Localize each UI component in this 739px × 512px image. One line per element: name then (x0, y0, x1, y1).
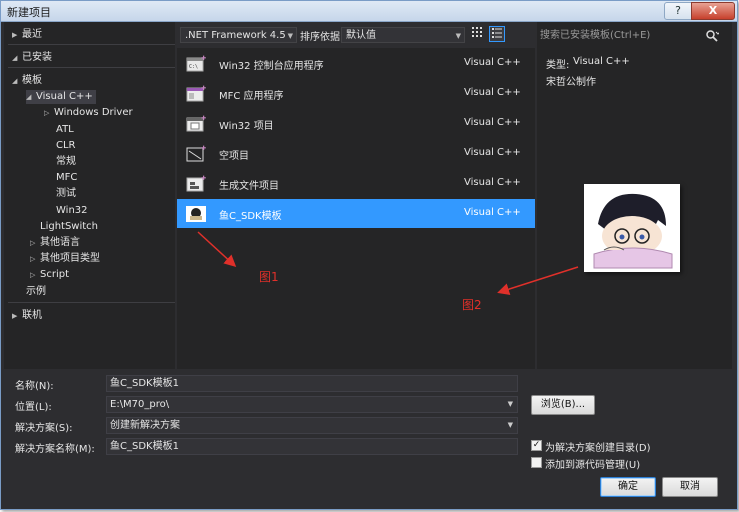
cancel-button[interactable]: 取消 (662, 477, 718, 497)
source-control-checkbox[interactable] (531, 457, 542, 468)
location-label: 位置(L): (15, 402, 52, 413)
browse-button[interactable]: 浏览(B)... (531, 395, 595, 415)
solution-name-label: 解决方案名称(M): (15, 444, 95, 455)
annotation-arrows (197, 231, 579, 295)
name-label: 名称(N): (15, 381, 54, 392)
arrow-fig1 (197, 231, 237, 268)
solution-name-input[interactable]: 鱼C_SDK模板1 (106, 438, 518, 455)
solution-label: 解决方案(S): (15, 423, 73, 434)
solution-select[interactable]: 创建新解决方案 ▼ (106, 417, 518, 434)
ok-button[interactable]: 确定 (600, 477, 656, 497)
annotation-fig1: 图1 (259, 270, 279, 284)
create-directory-label: 为解决方案创建目录(D) (545, 443, 651, 454)
arrow-fig2 (497, 266, 579, 295)
source-control-label: 添加到源代码管理(U) (545, 460, 641, 471)
create-directory-checkbox[interactable]: ✓ (531, 440, 542, 451)
location-input[interactable]: E:\M70_pro\ ▼ (106, 396, 518, 413)
dropdown-arrow-icon[interactable]: ▼ (508, 397, 513, 412)
dropdown-arrow-icon[interactable]: ▼ (508, 418, 513, 433)
name-input[interactable]: 鱼C_SDK模板1 (106, 375, 518, 392)
annotation-fig2: 图2 (462, 298, 482, 312)
